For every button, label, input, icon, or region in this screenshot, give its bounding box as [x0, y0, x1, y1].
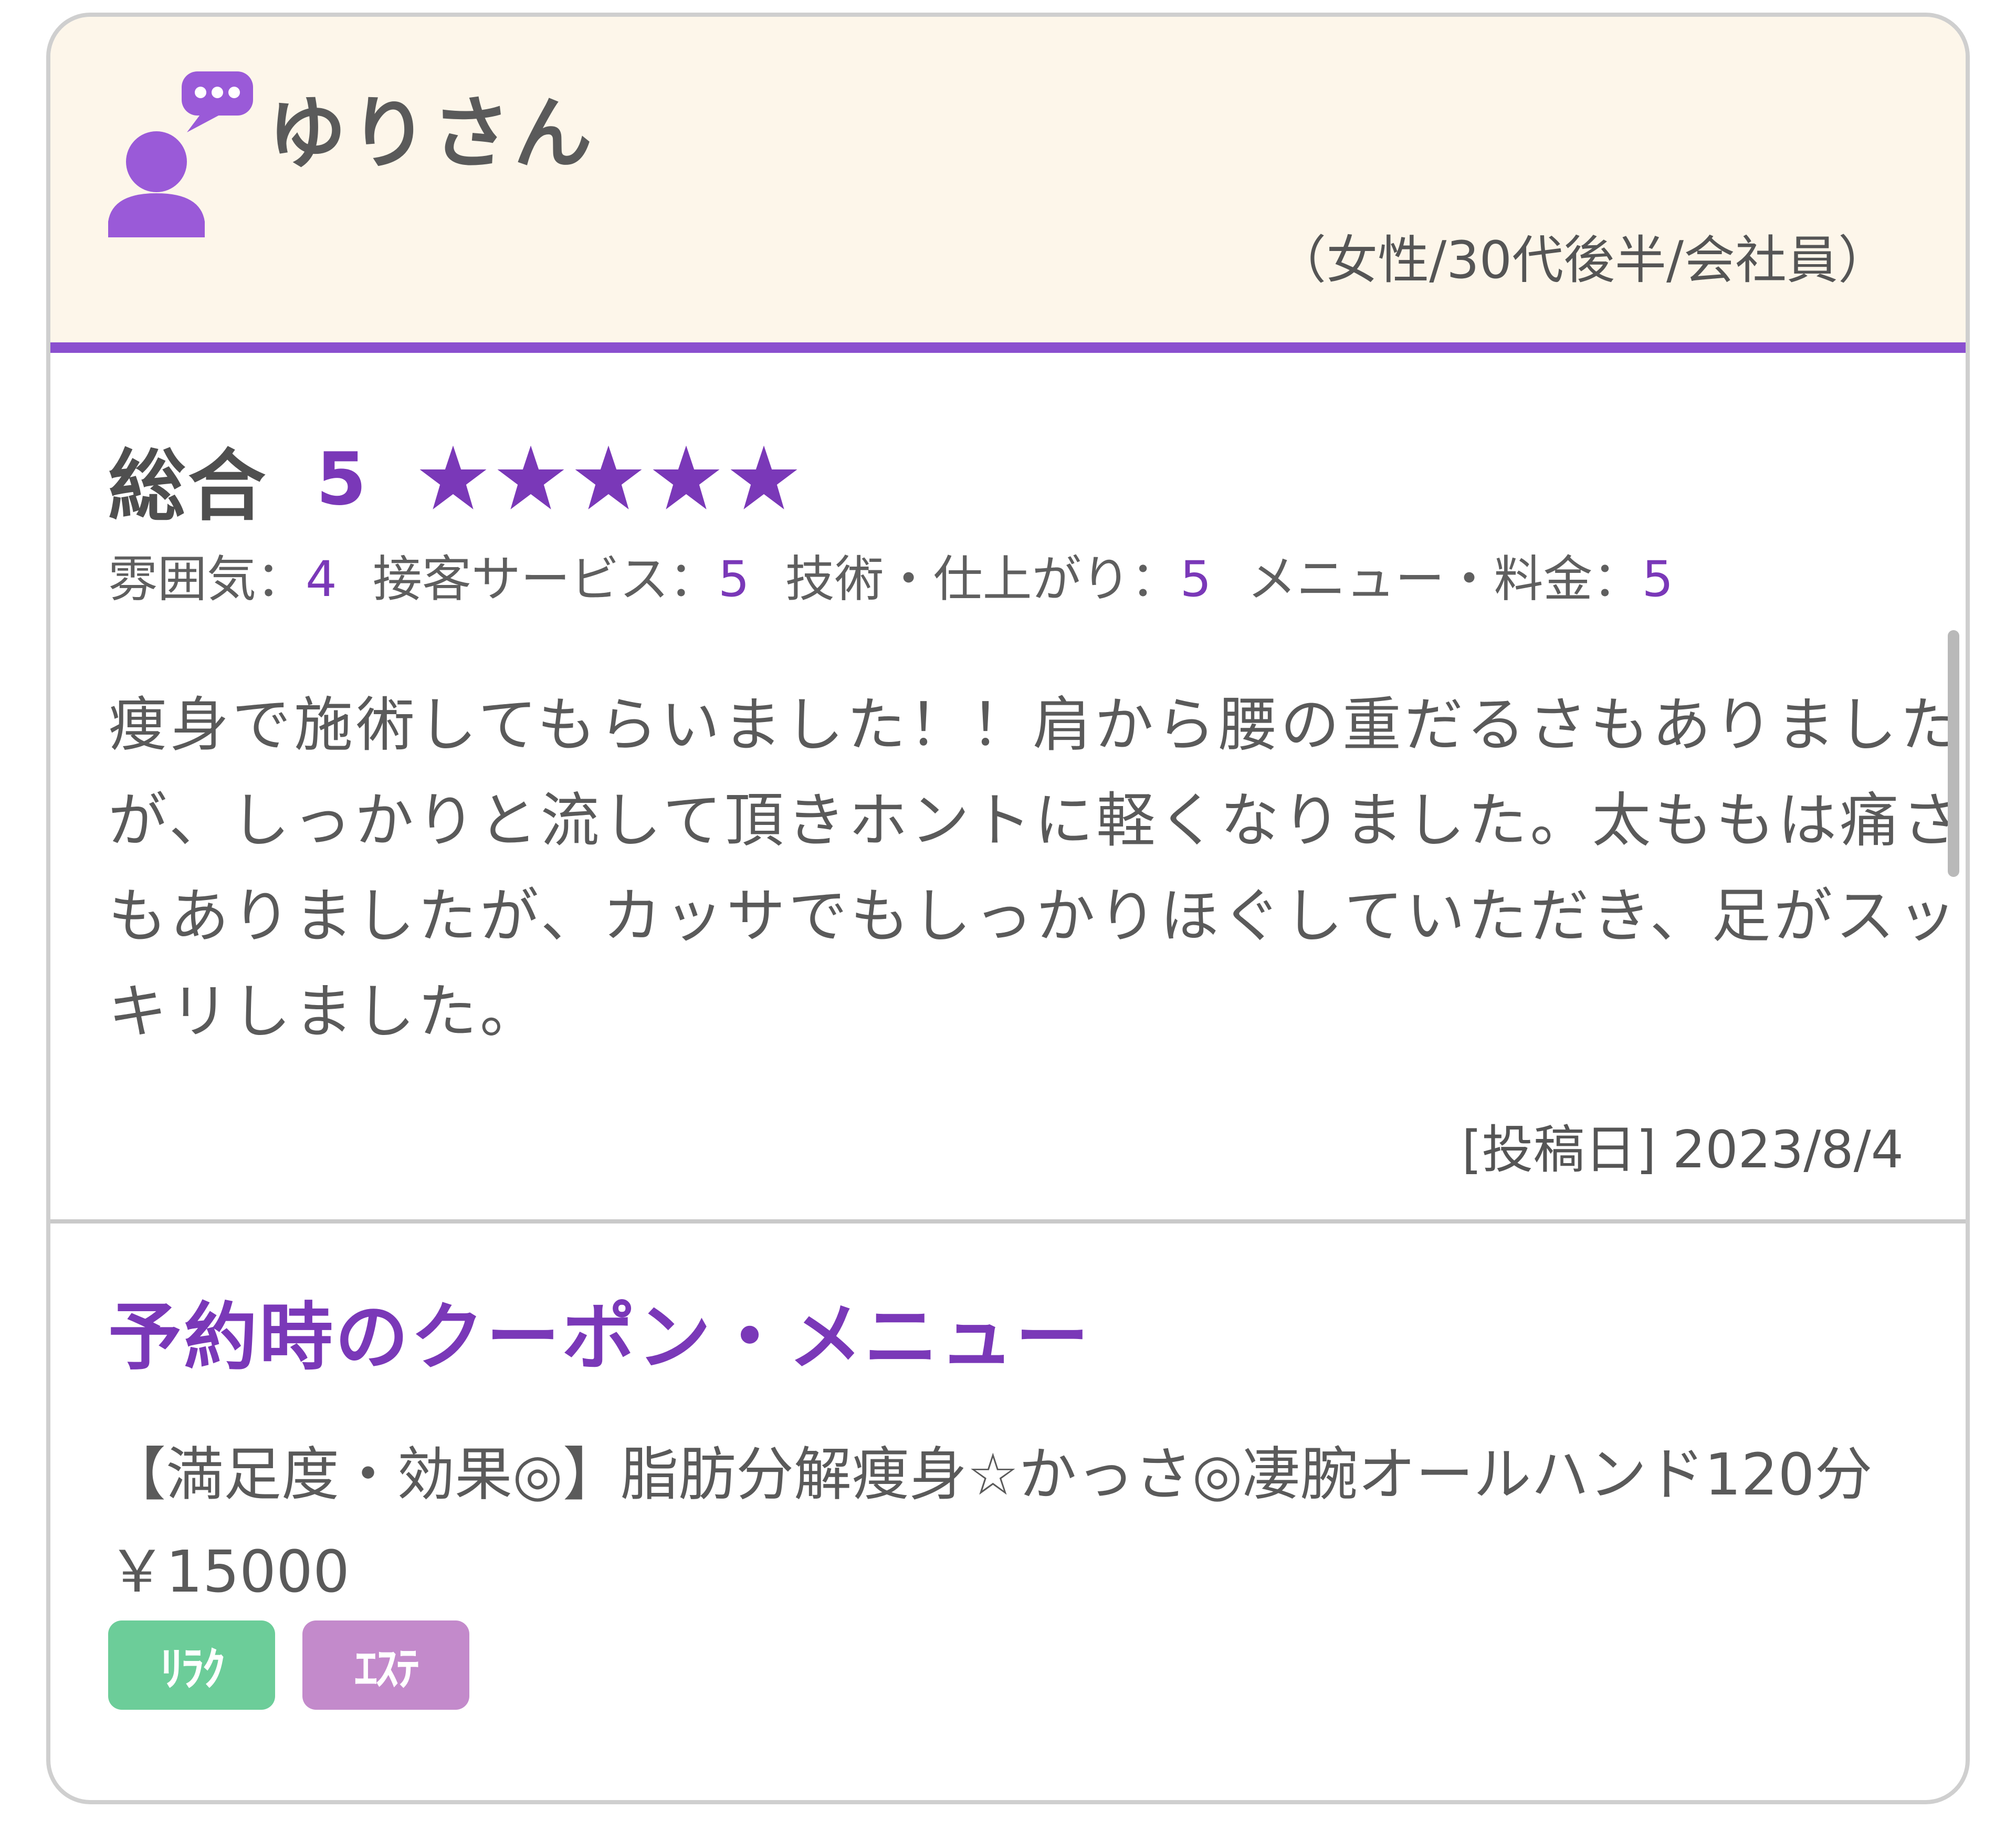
sub-rating-value: 5 — [1180, 551, 1212, 608]
post-date: [投稿日] 2023/8/4 — [1462, 1120, 1904, 1180]
sub-rating-value: 4 — [306, 551, 337, 608]
star-icon — [575, 445, 642, 509]
review-card: ゆりさん （女性/30代後半/会社員） 総合 5 雰囲気：4 接客サービス：5 … — [46, 13, 1970, 1804]
sub-rating-menu-price: メニュー・料金：5 — [1247, 552, 1673, 606]
sub-rating-technique: 技術・仕上がり：5 — [785, 552, 1212, 606]
tag-relax: ﾘﾗｸ — [108, 1620, 275, 1710]
tag-este: ｴｽﾃ — [302, 1620, 469, 1710]
reviewer-header: ゆりさん （女性/30代後半/会社員） — [50, 17, 1966, 353]
user-speech-bubble-icon — [108, 71, 253, 237]
star-rating — [417, 443, 805, 515]
coupon-menu-text: 【満足度・効果◎】脂肪分解痩身☆かっさ◎凄腕オールハンド120分￥15000 — [108, 1441, 1873, 1605]
review-body: 痩身で施術してもらいました！！肩から腰の重だるさもありましたが、しっかりと流して… — [108, 691, 1964, 1046]
reviewer-name: ゆりさん — [268, 88, 596, 180]
star-icon — [653, 445, 720, 509]
star-icon — [497, 445, 564, 509]
sub-rating-label: 接客サービス： — [372, 551, 718, 608]
sub-rating-label: 雰囲気： — [108, 551, 306, 608]
coupon-heading: 予約時のクーポン・メニュー — [108, 1295, 1091, 1381]
sub-rating-label: メニュー・料金： — [1247, 551, 1642, 608]
sub-ratings: 雰囲気：4 接客サービス：5 技術・仕上がり：5 メニュー・料金：5 — [108, 552, 1709, 606]
overall-rating: 総合 5 — [108, 436, 805, 531]
reviewer-profile: （女性/30代後半/会社員） — [1275, 231, 1889, 290]
category-tags: ﾘﾗｸ ｴｽﾃ — [108, 1620, 497, 1710]
overall-rating-label: 総合 — [108, 441, 268, 531]
sub-rating-label: 技術・仕上がり： — [785, 551, 1180, 608]
star-icon — [730, 445, 797, 509]
sub-rating-value: 5 — [718, 551, 750, 608]
sub-rating-atmosphere: 雰囲気：4 — [108, 552, 337, 606]
overall-rating-score: 5 — [316, 436, 367, 521]
star-icon — [419, 445, 487, 509]
section-divider — [50, 1219, 1966, 1224]
sub-rating-service: 接客サービス：5 — [373, 552, 750, 606]
sub-rating-value: 5 — [1642, 551, 1674, 608]
scrollbar[interactable] — [1948, 630, 1959, 877]
